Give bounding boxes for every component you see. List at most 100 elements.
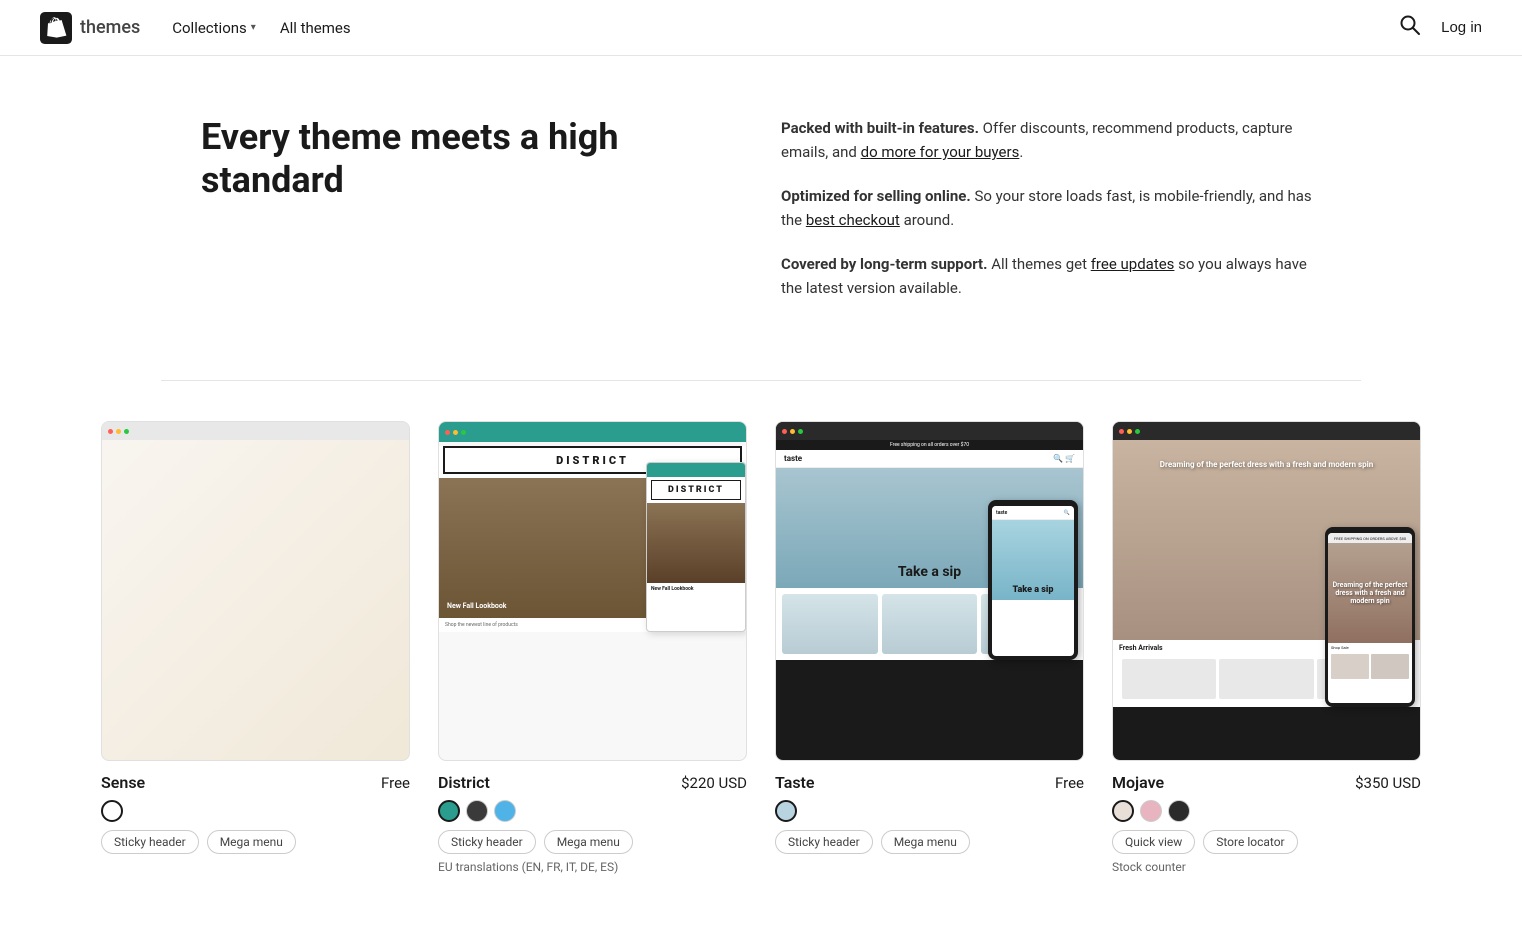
navbar: themes Collections ▾ All themes Log in [0, 0, 1522, 56]
taste-hero-text: Take a sip [898, 564, 961, 580]
taste-preview[interactable]: Free shipping on all orders over $70 tas… [775, 421, 1084, 761]
district-info-row: District $220 USD [438, 773, 747, 792]
district-color-blue[interactable] [494, 800, 516, 822]
taste-mobile-inner: taste 🔍 Take a sip [992, 506, 1074, 656]
hero-right: Packed with built-in features. Offer dis… [781, 116, 1321, 320]
login-button[interactable]: Log in [1441, 19, 1482, 36]
district-tags: Sticky header Mega menu [438, 830, 747, 854]
search-icon [1399, 14, 1421, 36]
sense-browser-bar [102, 422, 409, 440]
nav-links: Collections ▾ All themes [172, 19, 1363, 37]
district-name: District [438, 773, 490, 792]
shopify-logo-icon [40, 12, 72, 44]
mojave-name: Mojave [1112, 773, 1164, 792]
taste-name: Taste [775, 773, 815, 792]
taste-tags: Sticky header Mega menu [775, 830, 1084, 854]
mojave-extra: Stock counter [1112, 860, 1421, 874]
mojave-colors [1112, 800, 1421, 822]
browser-dot-yellow [116, 429, 121, 434]
mojave-browser-dot-yellow [1127, 429, 1132, 434]
sense-preview[interactable]: Glowing skin,naturally Shop our most tru… [101, 421, 410, 761]
taste-tag-sticky-header[interactable]: Sticky header [775, 830, 873, 854]
district-price: $220 USD [681, 774, 747, 792]
feature-1-bold: Packed with built-in features. [781, 119, 979, 137]
feature-2-link[interactable]: best checkout [806, 211, 900, 229]
taste-color-blue[interactable] [775, 800, 797, 822]
taste-price: Free [1055, 774, 1084, 792]
mojave-hero-overlay: Dreaming of the perfect dress with a fre… [1144, 460, 1390, 469]
district-tag-sticky-header[interactable]: Sticky header [438, 830, 536, 854]
district-browser-dot-red [445, 430, 450, 435]
collections-label: Collections [172, 19, 247, 37]
mojave-mobile-shop: Shop Sale [1328, 643, 1412, 652]
logo[interactable]: themes [40, 12, 140, 44]
district-color-teal[interactable] [438, 800, 460, 822]
sense-name: Sense [101, 773, 145, 792]
district-preview[interactable]: DISTRICT New Fall Lookbook Shop the newe… [438, 421, 747, 761]
mojave-mobile-hero: Dreaming of the perfect dress with a fre… [1328, 543, 1412, 643]
hero-left: Every theme meets a high standard [201, 116, 701, 202]
search-button[interactable] [1395, 10, 1425, 46]
taste-content: Free shipping on all orders over $70 tas… [776, 440, 1083, 660]
district-mobile-mockup: DISTRICT New Fall Lookbook [646, 462, 746, 632]
feature-3-link[interactable]: free updates [1091, 255, 1175, 273]
sense-color-white[interactable] [101, 800, 123, 822]
district-browser-bar [439, 422, 746, 442]
sense-tag-mega-menu[interactable]: Mega menu [207, 830, 296, 854]
mojave-color-dark[interactable] [1168, 800, 1190, 822]
theme-card-taste: Free shipping on all orders over $70 tas… [775, 421, 1084, 874]
mojave-info-row: Mojave $350 USD [1112, 773, 1421, 792]
district-browser-dot-yellow [453, 430, 458, 435]
taste-mobile-nav: taste 🔍 [992, 506, 1074, 520]
all-themes-link[interactable]: All themes [280, 19, 351, 37]
feature-2-end: around. [900, 211, 954, 229]
district-extra: EU translations (EN, FR, IT, DE, ES) [438, 860, 747, 874]
mojave-mobile-inner: FREE SHIPPING ON ORDERS ABOVE $80 Dreami… [1328, 533, 1412, 703]
taste-mobile-logo: taste [996, 510, 1007, 516]
hero-title: Every theme meets a high standard [201, 116, 701, 202]
taste-free-shipping-banner: Free shipping on all orders over $70 [776, 440, 1083, 450]
taste-info-row: Taste Free [775, 773, 1084, 792]
mojave-color-sand[interactable] [1112, 800, 1134, 822]
taste-nav-logo: taste [784, 454, 802, 463]
district-color-dark[interactable] [466, 800, 488, 822]
sense-colors [101, 800, 410, 822]
taste-browser-dot-yellow [790, 429, 795, 434]
mojave-content: Dreaming of the perfect dress with a fre… [1113, 440, 1420, 707]
district-tag-mega-menu[interactable]: Mega menu [544, 830, 633, 854]
mojave-mobile-hero-text: Dreaming of the perfect dress with a fre… [1328, 577, 1412, 609]
mojave-mobile-product-2 [1371, 654, 1409, 679]
sense-tag-sticky-header[interactable]: Sticky header [101, 830, 199, 854]
taste-product-2 [882, 594, 978, 654]
all-themes-label: All themes [280, 19, 351, 37]
taste-nav-icons: 🔍 🛒 [1053, 454, 1075, 463]
taste-tag-mega-menu[interactable]: Mega menu [881, 830, 970, 854]
sense-info-row: Sense Free [101, 773, 410, 792]
mojave-product-2 [1219, 659, 1313, 699]
collections-link[interactable]: Collections ▾ [172, 19, 256, 37]
themes-section: Glowing skin,naturally Shop our most tru… [61, 381, 1461, 914]
mojave-color-pink[interactable] [1140, 800, 1162, 822]
taste-browser-dot-red [782, 429, 787, 434]
taste-colors [775, 800, 1084, 822]
district-mobile-logo: DISTRICT [651, 480, 741, 500]
feature-2-bold: Optimized for selling online. [781, 187, 971, 205]
theme-card-district: DISTRICT New Fall Lookbook Shop the newe… [438, 421, 747, 874]
sense-tags: Sticky header Mega menu [101, 830, 410, 854]
taste-browser-bar [776, 422, 1083, 440]
district-browser-dot-green [461, 430, 466, 435]
mojave-product-1 [1122, 659, 1216, 699]
mojave-tag-quick-view[interactable]: Quick view [1112, 830, 1195, 854]
taste-mobile-icons: 🔍 [1064, 510, 1070, 516]
mojave-browser-bar [1113, 422, 1420, 440]
feature-3: Covered by long-term support. All themes… [781, 252, 1321, 300]
chevron-down-icon: ▾ [251, 22, 256, 33]
taste-mobile-hero-text: Take a sip [1013, 585, 1054, 595]
mojave-tag-store-locator[interactable]: Store locator [1203, 830, 1297, 854]
theme-card-sense: Glowing skin,naturally Shop our most tru… [101, 421, 410, 874]
district-colors [438, 800, 747, 822]
feature-1-link[interactable]: do more for your buyers [861, 143, 1020, 161]
nav-actions: Log in [1395, 10, 1482, 46]
feature-3-bold: Covered by long-term support. [781, 255, 987, 273]
mojave-preview[interactable]: Dreaming of the perfect dress with a fre… [1112, 421, 1421, 761]
